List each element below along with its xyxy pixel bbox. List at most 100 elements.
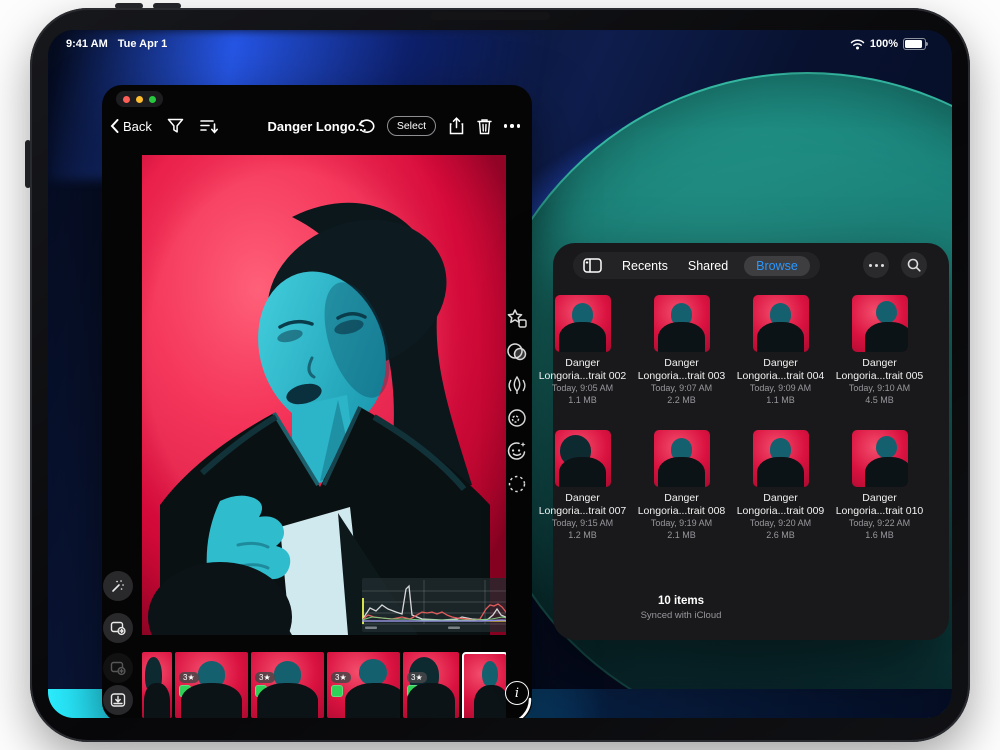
rating-badge: 3★ [407,672,427,697]
file-date: Today, 9:05 AM [552,382,613,394]
file-card[interactable]: DangerLongoria...trait 002 Today, 9:05 A… [533,295,632,430]
file-card[interactable]: DangerLongoria...trait 007 Today, 9:15 A… [533,430,632,565]
back-button[interactable]: Back [110,119,152,134]
portrait-photo [142,155,506,635]
zoom-window-icon[interactable] [149,96,156,103]
select-button[interactable]: Select [387,116,436,136]
camera-housing [430,12,550,20]
histogram-green-curve [362,617,506,620]
filmstrip-thumb[interactable]: 3★ [251,652,324,718]
filmstrip-thumb[interactable]: 3★ [403,652,459,718]
filmstrip-thumb[interactable]: 3★ [327,652,400,718]
delete-button[interactable] [470,113,498,139]
adjust-tool-button[interactable] [505,406,529,430]
search-button[interactable] [901,252,927,278]
file-thumbnail[interactable] [654,430,710,487]
file-size: 2.6 MB [766,529,795,541]
file-card[interactable]: DangerLongoria...trait 003 Today, 9:07 A… [632,295,731,430]
sort-lines-icon [200,119,219,134]
file-card[interactable]: DangerLongoria...trait 004 Today, 9:09 A… [731,295,830,430]
export-button[interactable] [103,685,133,715]
corner-curl-decoration [502,697,532,718]
window-controls[interactable] [116,91,163,107]
brush-icon [506,374,528,396]
file-date: Today, 9:19 AM [651,517,712,529]
edit-tools-column [501,307,532,496]
share-button[interactable] [442,113,470,139]
file-size: 2.1 MB [667,529,696,541]
filmstrip-thumb-selected[interactable] [462,652,506,718]
file-thumbnail[interactable] [555,430,611,487]
battery-percent: 100% [870,38,898,50]
file-name: DangerLongoria...trait 010 [836,492,924,517]
share-icon [449,117,464,135]
file-size: 1.2 MB [568,529,597,541]
edited-indicator [255,685,267,697]
screenshot-stage: 9:41 AM Tue Apr 1 100% Da [0,0,1000,750]
paste-edits-button[interactable] [103,653,133,683]
crop-remove-tool-button[interactable] [505,472,529,496]
file-size: 1.1 MB [568,394,597,406]
undo-icon [358,119,376,134]
chevron-left-icon [110,119,119,133]
file-thumbnail[interactable] [852,295,908,352]
photo-canvas[interactable] [142,155,506,635]
filmstrip-thumb[interactable] [142,652,172,718]
star-square-icon [506,308,528,330]
rating-badge: 3★ [331,672,351,697]
photo-editor-window: Danger Longo... Back [102,85,532,718]
file-thumbnail[interactable] [753,430,809,487]
file-name: DangerLongoria...trait 003 [638,357,726,382]
more-options-button[interactable] [863,252,889,278]
tab-shared[interactable]: Shared [688,259,728,273]
file-card[interactable]: DangerLongoria...trait 008 Today, 9:19 A… [632,430,731,565]
file-name: DangerLongoria...trait 004 [737,357,825,382]
tab-recents[interactable]: Recents [622,259,668,273]
sort-button[interactable] [196,113,224,139]
filmstrip-thumb[interactable]: 3★ [175,652,248,718]
file-card[interactable]: DangerLongoria...trait 010 Today, 9:22 A… [830,430,929,565]
file-thumbnail[interactable] [654,295,710,352]
dashed-circle-icon [506,473,528,495]
tab-browse[interactable]: Browse [744,256,810,276]
file-size: 1.1 MB [766,394,795,406]
more-button[interactable] [498,113,526,139]
file-card[interactable]: DangerLongoria...trait 005 Today, 9:10 A… [830,295,929,430]
retouch-tool-button[interactable] [505,439,529,463]
item-count: 10 items [553,595,809,607]
status-bar: 9:41 AM Tue Apr 1 100% [48,34,952,56]
effects-tool-button[interactable] [505,307,529,331]
ipad-screen: 9:41 AM Tue Apr 1 100% Da [48,30,952,718]
paste-edits-icon [110,660,126,676]
face-sparkle-icon [506,440,528,462]
copy-edits-button[interactable] [103,613,133,643]
minimize-window-icon[interactable] [136,96,143,103]
wand-icon [110,578,126,594]
sidebar-toggle-button[interactable] [583,258,602,273]
save-tray-icon [110,692,126,708]
file-card[interactable]: DangerLongoria...trait 009 Today, 9:20 A… [731,430,830,565]
filters-tool-button[interactable] [505,340,529,364]
files-footer: 10 items Synced with iCloud [553,595,809,621]
file-date: Today, 9:10 AM [849,382,910,394]
histogram-panel [362,578,506,632]
file-thumbnail[interactable] [555,295,611,352]
dial-icon [506,407,528,429]
trash-icon [477,118,492,135]
file-thumbnail[interactable] [753,295,809,352]
funnel-icon [167,118,184,134]
file-name: DangerLongoria...trait 007 [539,492,627,517]
file-name: DangerLongoria...trait 009 [737,492,825,517]
file-size: 2.2 MB [667,394,696,406]
sidebar-icon [583,258,602,273]
sync-status: Synced with iCloud [553,610,809,621]
close-window-icon[interactable] [123,96,130,103]
edited-indicator [331,685,343,697]
file-thumbnail[interactable] [852,430,908,487]
undo-button[interactable] [353,113,381,139]
file-date: Today, 9:22 AM [849,517,910,529]
brush-tool-button[interactable] [505,373,529,397]
ellipsis-icon [869,264,884,267]
filter-button[interactable] [162,113,190,139]
auto-enhance-button[interactable] [103,571,133,601]
